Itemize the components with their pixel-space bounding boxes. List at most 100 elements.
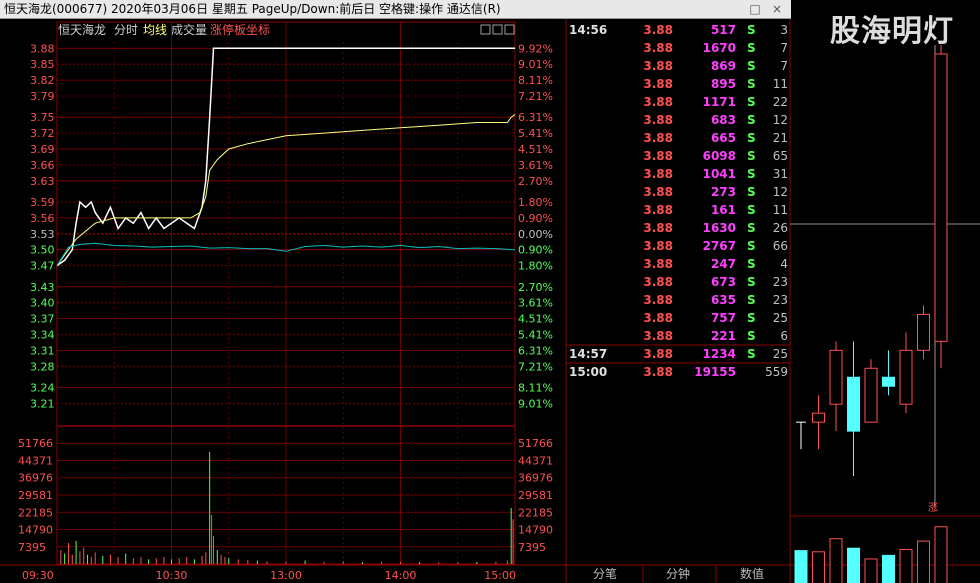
tick-bs: S bbox=[747, 221, 756, 235]
tick-price: 3.88 bbox=[643, 113, 673, 127]
tick-count: 7 bbox=[780, 41, 788, 55]
tick-price: 3.88 bbox=[643, 185, 673, 199]
tick-price: 3.88 bbox=[643, 203, 673, 217]
kline-volume-bar bbox=[847, 547, 860, 583]
volume-tick-label: 22185 bbox=[18, 506, 53, 519]
tick-count: 11 bbox=[773, 203, 788, 217]
pct-tick-label: 4.51% bbox=[518, 313, 553, 326]
price-tick-label: 3.79 bbox=[30, 90, 55, 103]
pct-tick-label: 5.41% bbox=[518, 127, 553, 140]
tick-count: 12 bbox=[773, 185, 788, 199]
price-tick-label: 3.28 bbox=[30, 360, 55, 373]
tick-bs: S bbox=[747, 203, 756, 217]
tick-bs: S bbox=[747, 167, 756, 181]
candle-body bbox=[829, 349, 843, 405]
tick-volume: 221 bbox=[711, 329, 736, 343]
tick-bs: S bbox=[747, 95, 756, 109]
tick-price: 3.88 bbox=[643, 221, 673, 235]
tick-price: 3.88 bbox=[643, 41, 673, 55]
tick-volume: 1171 bbox=[703, 95, 736, 109]
tick-volume: 517 bbox=[711, 23, 736, 37]
tick-price: 3.88 bbox=[643, 257, 673, 271]
volume-tick-label: 29581 bbox=[18, 489, 53, 502]
tab-minutes[interactable]: 分钟 bbox=[643, 566, 713, 583]
tick-price: 3.88 bbox=[643, 329, 673, 343]
kline-volume-bar bbox=[934, 526, 948, 583]
window-title-bar: 恒天海龙(000677) 2020年03月06日 星期五 PageUp/Down… bbox=[0, 0, 791, 19]
tick-volume: 19155 bbox=[694, 365, 736, 379]
tick-bs: S bbox=[747, 113, 756, 127]
tick-count: 66 bbox=[773, 239, 788, 253]
tab-values[interactable]: 数值 bbox=[716, 566, 788, 583]
tick-volume: 683 bbox=[711, 113, 736, 127]
kline-volume-bar bbox=[794, 550, 808, 583]
close-button[interactable]: × bbox=[767, 1, 787, 18]
pct-tick-label: 4.51% bbox=[518, 143, 553, 156]
pct-tick-label: 0.90% bbox=[518, 244, 553, 257]
pct-tick-label: 3.61% bbox=[518, 297, 553, 310]
tick-price: 3.88 bbox=[643, 239, 673, 253]
price-tick-label: 3.85 bbox=[30, 58, 55, 71]
tick-count: 7 bbox=[780, 59, 788, 73]
price-tick-label: 3.31 bbox=[30, 344, 55, 357]
time-tick-label: 15:00 bbox=[484, 569, 516, 582]
tick-price: 3.88 bbox=[643, 131, 673, 145]
tick-price: 3.88 bbox=[643, 167, 673, 181]
tick-price: 3.88 bbox=[643, 149, 673, 163]
tab-ticks[interactable]: 分笔 bbox=[570, 566, 640, 583]
kline-volume-bar bbox=[899, 548, 913, 583]
tick-count: 559 bbox=[765, 365, 788, 379]
candle-body bbox=[847, 376, 860, 432]
tick-volume: 6098 bbox=[703, 149, 736, 163]
volume-tick-label-right: 22185 bbox=[518, 506, 553, 519]
tick-price: 3.88 bbox=[643, 77, 673, 91]
tick-count: 6 bbox=[780, 329, 788, 343]
price-tick-label: 3.37 bbox=[30, 313, 55, 326]
tick-volume: 895 bbox=[711, 77, 736, 91]
pct-tick-label: 9.01% bbox=[518, 397, 553, 410]
volume-tick-label: 51766 bbox=[18, 437, 53, 450]
tick-time: 15:00 bbox=[569, 365, 607, 379]
tick-volume: 869 bbox=[711, 59, 736, 73]
pct-tick-label: 2.70% bbox=[518, 175, 553, 188]
tick-bs: S bbox=[747, 257, 756, 271]
tick-count: 11 bbox=[773, 77, 788, 91]
tick-bs: S bbox=[747, 185, 756, 199]
pct-tick-label: 7.21% bbox=[518, 90, 553, 103]
candle-body bbox=[864, 367, 878, 423]
maximize-button[interactable]: □ bbox=[745, 1, 765, 18]
tick-price: 3.88 bbox=[643, 95, 673, 109]
panel-toggle-icon bbox=[480, 24, 491, 35]
pct-tick-label: 2.70% bbox=[518, 281, 553, 294]
tick-bs: S bbox=[747, 59, 756, 73]
kline-volume-bar bbox=[829, 538, 843, 583]
limit-label: 涨停板坐标 bbox=[210, 22, 270, 37]
price-tick-label: 3.63 bbox=[30, 175, 55, 188]
tick-count: 25 bbox=[773, 311, 788, 325]
tick-bs: S bbox=[747, 239, 756, 253]
tick-count: 26 bbox=[773, 221, 788, 235]
volume-tick-label: 14790 bbox=[18, 524, 53, 537]
pct-tick-label: 5.41% bbox=[518, 329, 553, 342]
pct-tick-label: 9.92% bbox=[518, 42, 553, 55]
candle-body bbox=[812, 412, 825, 423]
candle-body bbox=[917, 313, 930, 351]
pct-tick-label: 7.21% bbox=[518, 360, 553, 373]
tick-bs: S bbox=[747, 131, 756, 145]
tick-price: 3.88 bbox=[643, 275, 673, 289]
price-tick-label: 3.56 bbox=[30, 212, 55, 225]
tick-price: 3.88 bbox=[643, 311, 673, 325]
kline-volume-bar bbox=[812, 551, 825, 583]
price-tick-label: 3.21 bbox=[30, 397, 55, 410]
tick-count: 23 bbox=[773, 275, 788, 289]
tick-price: 3.88 bbox=[643, 347, 673, 361]
kline-volume-bar bbox=[882, 554, 895, 583]
watermark: 股海明灯 bbox=[830, 14, 954, 49]
price-tick-label: 3.43 bbox=[30, 281, 55, 294]
limit-up-marker: 涨 bbox=[928, 502, 938, 514]
price-tick-label: 3.72 bbox=[30, 127, 55, 140]
pct-tick-label: 1.80% bbox=[518, 196, 553, 209]
price-tick-label: 3.66 bbox=[30, 159, 55, 172]
tick-count: 65 bbox=[773, 149, 788, 163]
tick-volume: 273 bbox=[711, 185, 736, 199]
